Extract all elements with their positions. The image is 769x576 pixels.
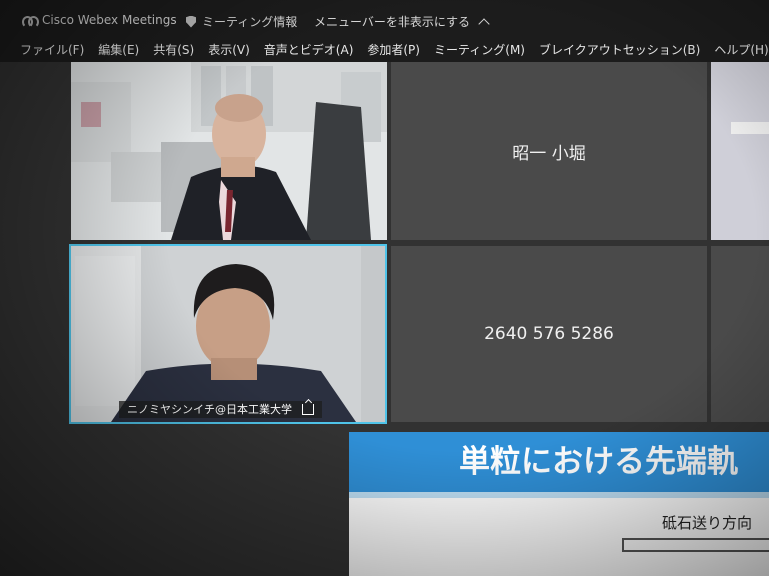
shield-icon xyxy=(186,15,196,28)
hide-menubar-button[interactable]: メニューバーを非表示にする xyxy=(314,13,490,30)
participant-video-partial-image xyxy=(711,62,769,240)
participant-tile-number[interactable]: 2640 576 5286 xyxy=(391,246,707,422)
app-title: Cisco Webex Meetings xyxy=(22,13,177,28)
participant-tile-kobori[interactable]: 昭一 小堀 xyxy=(391,62,707,240)
active-speaker-video-image xyxy=(71,246,385,422)
active-speaker-video[interactable]: ニノミヤシンイチ@日本工業大学 xyxy=(69,244,387,424)
participant-number: 2640 576 5286 xyxy=(484,324,614,344)
slide-title: 単粒における先端軌 xyxy=(349,432,769,492)
participant-video-1[interactable] xyxy=(71,62,387,240)
slide-bar-figure xyxy=(622,538,769,552)
share-icon xyxy=(302,404,314,415)
active-speaker-name-tag: ニノミヤシンイチ@日本工業大学 xyxy=(119,401,322,418)
app-name: Cisco Webex Meetings xyxy=(42,13,177,27)
title-bar: Cisco Webex Meetings ミーティング情報 メニューバーを非表示… xyxy=(0,0,769,40)
menu-view[interactable]: 表示(V) xyxy=(208,40,250,62)
menu-participants[interactable]: 参加者(P) xyxy=(367,40,420,62)
menu-file[interactable]: ファイル(F) xyxy=(20,40,84,62)
menu-audio-video[interactable]: 音声とビデオ(A) xyxy=(264,40,354,62)
meeting-info-button[interactable]: ミーティング情報 xyxy=(186,13,297,30)
webex-logo-icon xyxy=(22,14,39,28)
shared-slide: 単粒における先端軌 砥石送り方向 xyxy=(349,432,769,576)
menu-help[interactable]: ヘルプ(H) xyxy=(714,40,768,62)
menu-edit[interactable]: 編集(E) xyxy=(98,40,139,62)
menu-bar: ファイル(F) 編集(E) 共有(S) 表示(V) 音声とビデオ(A) 参加者(… xyxy=(0,40,769,62)
chevron-up-icon xyxy=(478,17,490,30)
hide-menubar-label: メニューバーを非表示にする xyxy=(314,15,471,29)
active-speaker-name: ニノミヤシンイチ@日本工業大学 xyxy=(127,403,292,416)
menu-meeting[interactable]: ミーティング(M) xyxy=(434,40,525,62)
meeting-info-label: ミーティング情報 xyxy=(202,15,298,29)
slide-divider xyxy=(349,492,769,498)
participant-tile-partial-1[interactable] xyxy=(711,62,769,240)
participant-tile-partial-2[interactable] xyxy=(711,246,769,422)
menu-share[interactable]: 共有(S) xyxy=(153,40,194,62)
menu-breakout[interactable]: ブレイクアウトセッション(B) xyxy=(539,40,700,62)
slide-label: 砥石送り方向 xyxy=(662,514,753,532)
participant-name: 昭一 小堀 xyxy=(512,143,586,164)
participant-video-1-image xyxy=(71,62,387,240)
